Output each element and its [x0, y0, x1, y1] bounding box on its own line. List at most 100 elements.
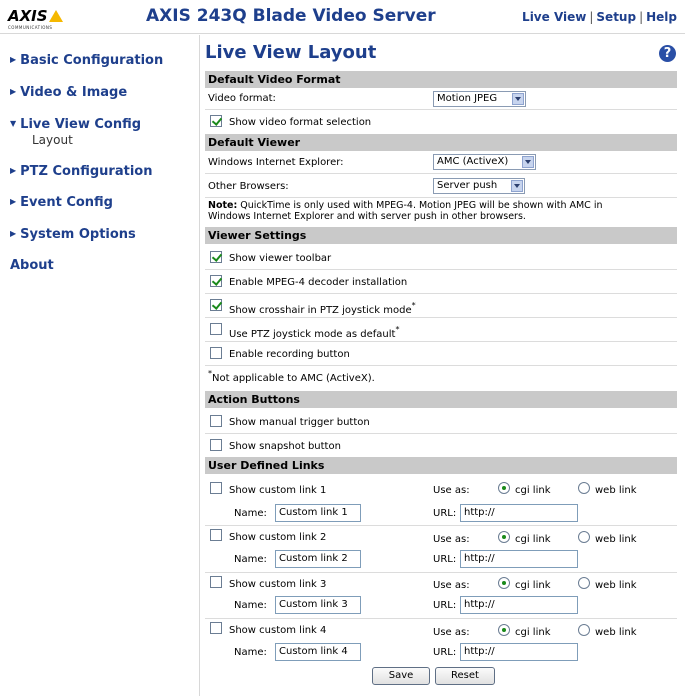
name-label: Name:: [234, 508, 267, 519]
show-custom-link-label: Show custom link 3: [229, 579, 327, 590]
section-default-viewer: Default Viewer: [205, 134, 677, 151]
link-separator: |: [589, 10, 594, 24]
sidebar-item-event-config[interactable]: ▶ Event Config: [10, 195, 113, 210]
ie-viewer-value: AMC (ActiveX): [437, 156, 509, 167]
help-link[interactable]: Help: [646, 10, 677, 24]
name-label: Name:: [234, 554, 267, 565]
footnote-text: Not applicable to AMC (ActiveX).: [212, 373, 375, 384]
ptz-joystick-default-checkbox[interactable]: [210, 323, 222, 335]
note-text: QuickTime is only used with MPEG-4. Moti…: [237, 200, 603, 211]
save-button[interactable]: Save: [372, 667, 430, 685]
sidebar-item-live-view-config[interactable]: ▼ Live View Config: [10, 117, 141, 132]
live-view-link[interactable]: Live View: [522, 10, 586, 24]
ie-viewer-label: Windows Internet Explorer:: [208, 157, 344, 168]
ie-viewer-select[interactable]: AMC (ActiveX): [433, 154, 536, 170]
divider: [205, 341, 677, 342]
note-bold: Note:: [208, 200, 238, 211]
custom-link-name-input[interactable]: Custom link 2: [275, 550, 361, 568]
web-link-label: web link: [595, 627, 637, 638]
web-link-label: web link: [595, 485, 637, 496]
chevron-down-icon: ▼: [10, 119, 17, 128]
show-custom-link-checkbox[interactable]: [210, 622, 222, 634]
custom-link-name-input[interactable]: Custom link 3: [275, 596, 361, 614]
cgi-link-label: cgi link: [515, 485, 551, 496]
video-format-label: Video format:: [208, 93, 276, 104]
show-video-format-selection-checkbox[interactable]: [210, 115, 222, 127]
sidebar-item-label: Basic Configuration: [20, 53, 164, 68]
page-title: Live View Layout: [205, 42, 377, 63]
custom-link-name-input[interactable]: Custom link 4: [275, 643, 361, 661]
cgi-link-radio[interactable]: [498, 531, 510, 543]
custom-link-url-input[interactable]: http://: [460, 596, 578, 614]
video-format-select[interactable]: Motion JPEG: [433, 91, 526, 107]
web-link-label: web link: [595, 580, 637, 591]
top-links: Live View | Setup | Help: [522, 10, 677, 24]
logo-wordmark: AXIS: [8, 7, 48, 25]
sidebar-item-video-image[interactable]: ▶ Video & Image: [10, 85, 127, 100]
section-action-buttons: Action Buttons: [205, 391, 677, 408]
custom-link-url-input[interactable]: http://: [460, 643, 578, 661]
custom-link-name-input[interactable]: Custom link 1: [275, 504, 361, 522]
name-label: Name:: [234, 600, 267, 611]
show-crosshair-checkbox[interactable]: [210, 299, 222, 311]
web-link-radio[interactable]: [578, 531, 590, 543]
cgi-link-radio[interactable]: [498, 624, 510, 636]
enable-recording-button-checkbox[interactable]: [210, 347, 222, 359]
sidebar-item-about[interactable]: About: [10, 258, 54, 273]
chevron-down-icon: [511, 180, 523, 192]
use-as-label: Use as:: [433, 485, 470, 496]
web-link-radio[interactable]: [578, 482, 590, 494]
chevron-right-icon: ▶: [10, 55, 17, 64]
cgi-link-radio[interactable]: [498, 577, 510, 589]
chevron-right-icon: ▶: [10, 229, 17, 238]
show-viewer-toolbar-checkbox[interactable]: [210, 251, 222, 263]
sidebar-subitem-layout[interactable]: Layout: [32, 133, 73, 147]
option-label: Use PTZ joystick mode as default*: [229, 325, 399, 340]
custom-link-url-input[interactable]: http://: [460, 504, 578, 522]
axis-logo[interactable]: AXIS COMMUNICATIONS: [8, 7, 63, 30]
divider: [205, 269, 677, 270]
video-format-value: Motion JPEG: [437, 93, 498, 104]
link-separator: |: [639, 10, 644, 24]
logo-triangle-icon: [48, 10, 63, 22]
sidebar: ▶ Basic Configuration ▶ Video & Image ▼ Liv…: [0, 35, 200, 696]
sidebar-item-basic-configuration[interactable]: ▶ Basic Configuration: [10, 53, 163, 68]
web-link-radio[interactable]: [578, 577, 590, 589]
url-label: URL:: [433, 647, 457, 658]
viewer-footnote: *Not applicable to AMC (ActiveX).: [208, 369, 375, 384]
name-label: Name:: [234, 647, 267, 658]
show-custom-link-label: Show custom link 4: [229, 625, 327, 636]
show-snapshot-checkbox[interactable]: [210, 439, 222, 451]
reset-button[interactable]: Reset: [435, 667, 495, 685]
footnote-star: *: [395, 325, 400, 334]
help-icon[interactable]: ?: [659, 45, 676, 62]
sidebar-item-ptz-configuration[interactable]: ▶ PTZ Configuration: [10, 164, 152, 179]
logo-subtitle: COMMUNICATIONS: [8, 25, 53, 30]
setup-link[interactable]: Setup: [596, 10, 636, 24]
chevron-down-icon: [512, 93, 524, 105]
web-link-radio[interactable]: [578, 624, 590, 636]
divider: [205, 173, 677, 174]
divider: [205, 433, 677, 434]
other-browsers-select[interactable]: Server push: [433, 178, 525, 194]
chevron-right-icon: ▶: [10, 166, 17, 175]
enable-mpeg4-decoder-checkbox[interactable]: [210, 275, 222, 287]
show-manual-trigger-checkbox[interactable]: [210, 415, 222, 427]
custom-link-url-input[interactable]: http://: [460, 550, 578, 568]
product-title: AXIS 243Q Blade Video Server: [146, 6, 436, 26]
viewer-note-line2: Windows Internet Explorer and with serve…: [208, 211, 526, 222]
divider: [205, 525, 677, 526]
viewer-note-line1: Note: QuickTime is only used with MPEG-4…: [208, 200, 603, 211]
sidebar-item-system-options[interactable]: ▶ System Options: [10, 227, 136, 242]
option-label: Show manual trigger button: [229, 417, 370, 428]
option-label: Show crosshair in PTZ joystick mode*: [229, 301, 416, 316]
url-label: URL:: [433, 508, 457, 519]
url-label: URL:: [433, 554, 457, 565]
show-custom-link-checkbox[interactable]: [210, 529, 222, 541]
divider: [205, 572, 677, 573]
show-custom-link-checkbox[interactable]: [210, 576, 222, 588]
cgi-link-radio[interactable]: [498, 482, 510, 494]
web-link-label: web link: [595, 534, 637, 545]
use-as-label: Use as:: [433, 627, 470, 638]
show-custom-link-checkbox[interactable]: [210, 482, 222, 494]
